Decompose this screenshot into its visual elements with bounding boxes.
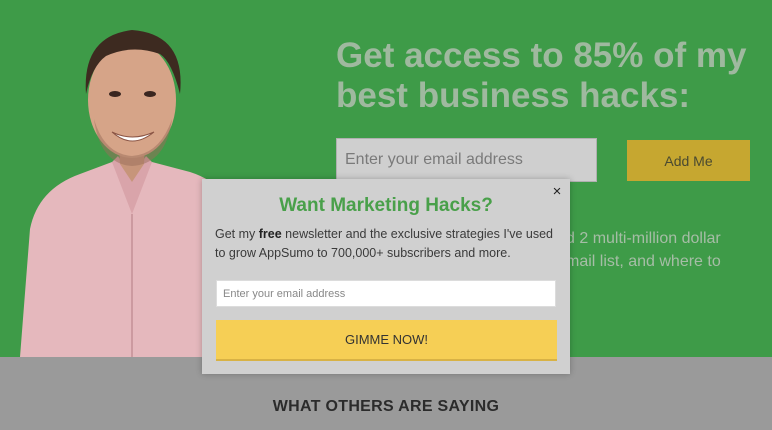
popup-description: Get my free newsletter and the exclusive… bbox=[215, 225, 560, 263]
hero-body-line: d 2 multi-million dollar bbox=[566, 230, 721, 247]
gimme-now-button[interactable]: GIMME NOW! bbox=[216, 320, 557, 359]
popup-email-input[interactable] bbox=[216, 280, 556, 307]
popup-text-free: free bbox=[258, 227, 282, 241]
hero-headline: Get access to 85% of my best business ha… bbox=[336, 36, 747, 115]
hero-email-input[interactable] bbox=[336, 138, 597, 182]
add-me-button[interactable]: Add Me bbox=[627, 140, 750, 181]
popup-title: Want Marketing Hacks? bbox=[279, 195, 493, 216]
testimonials-heading: WHAT OTHERS ARE SAYING bbox=[272, 398, 500, 415]
hero-body-line: mail list, and where to bbox=[566, 253, 721, 270]
hero-body-text: d 2 multi-million dollar mail list, and … bbox=[566, 227, 766, 273]
popup-text-start: Get my bbox=[215, 227, 259, 241]
newsletter-popup: × Want Marketing Hacks? Get my free news… bbox=[202, 179, 570, 374]
